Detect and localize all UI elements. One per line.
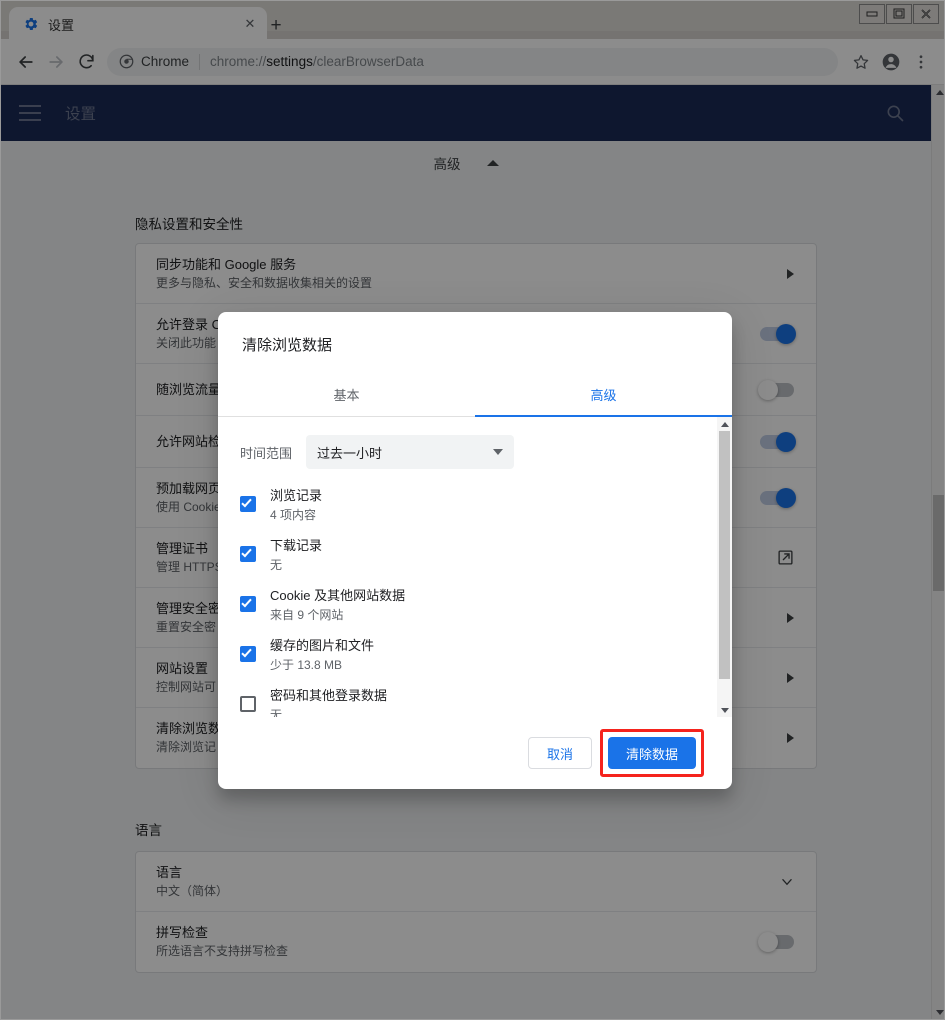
dialog-tabs: 基本 高级 [218, 372, 732, 417]
time-range-label: 时间范围 [240, 445, 293, 461]
tab-advanced[interactable]: 高级 [475, 372, 732, 417]
list-item[interactable]: 下载记录 无 [240, 535, 717, 575]
item-subtitle: 来自 9 个网站 [270, 608, 344, 622]
time-range-select[interactable]: 过去一小时 [306, 435, 515, 469]
checkbox[interactable] [240, 696, 256, 712]
checkbox[interactable] [240, 496, 256, 512]
dialog-scrollbar[interactable] [717, 417, 732, 717]
time-range-field: 时间范围 过去一小时 [218, 417, 717, 469]
item-title: 密码和其他登录数据 [270, 688, 388, 703]
item-title: Cookie 及其他网站数据 [270, 588, 406, 603]
dialog-scroll-area: 时间范围 过去一小时 浏览记录 4 项内容 下载记录 无 Cookie 及其他网… [218, 417, 717, 717]
clear-data-button[interactable]: 清除数据 [607, 737, 696, 769]
checkbox[interactable] [240, 546, 256, 562]
item-title: 缓存的图片和文件 [270, 638, 375, 653]
cancel-button[interactable]: 取消 [527, 737, 592, 769]
checkbox[interactable] [240, 596, 256, 612]
scroll-up-arrow-icon[interactable] [717, 417, 732, 431]
checkbox[interactable] [240, 646, 256, 662]
item-title: 浏览记录 [270, 488, 323, 503]
item-subtitle: 4 项内容 [270, 508, 317, 522]
item-title: 下载记录 [270, 538, 323, 553]
list-item[interactable]: 密码和其他登录数据 无 [240, 685, 717, 717]
dialog-footer: 取消 清除数据 [218, 717, 732, 789]
clear-browsing-data-dialog: 清除浏览数据 基本 高级 时间范围 过去一小时 浏览记录 4 项内容 下载记录 … [218, 312, 732, 789]
browser-window: 设置 ✕ + Chrome chrome://settings/clearBro… [0, 0, 945, 1020]
dialog-body: 时间范围 过去一小时 浏览记录 4 项内容 下载记录 无 Cookie 及其他网… [218, 417, 732, 717]
scroll-down-arrow-icon[interactable] [717, 703, 732, 717]
dialog-title: 清除浏览数据 [242, 337, 333, 354]
data-type-list: 浏览记录 4 项内容 下载记录 无 Cookie 及其他网站数据 来自 9 个网… [218, 469, 717, 717]
scrollbar-thumb[interactable] [719, 431, 730, 679]
item-subtitle: 少于 13.8 MB [270, 658, 343, 672]
chevron-down-icon [493, 449, 504, 455]
list-item[interactable]: Cookie 及其他网站数据 来自 9 个网站 [240, 585, 717, 625]
confirm-button-highlight: 清除数据 [599, 729, 704, 777]
tab-basic[interactable]: 基本 [218, 372, 475, 416]
item-subtitle: 无 [270, 708, 283, 717]
list-item[interactable]: 浏览记录 4 项内容 [240, 485, 717, 525]
list-item[interactable]: 缓存的图片和文件 少于 13.8 MB [240, 635, 717, 675]
time-range-value: 过去一小时 [317, 445, 383, 461]
item-subtitle: 无 [270, 558, 283, 572]
